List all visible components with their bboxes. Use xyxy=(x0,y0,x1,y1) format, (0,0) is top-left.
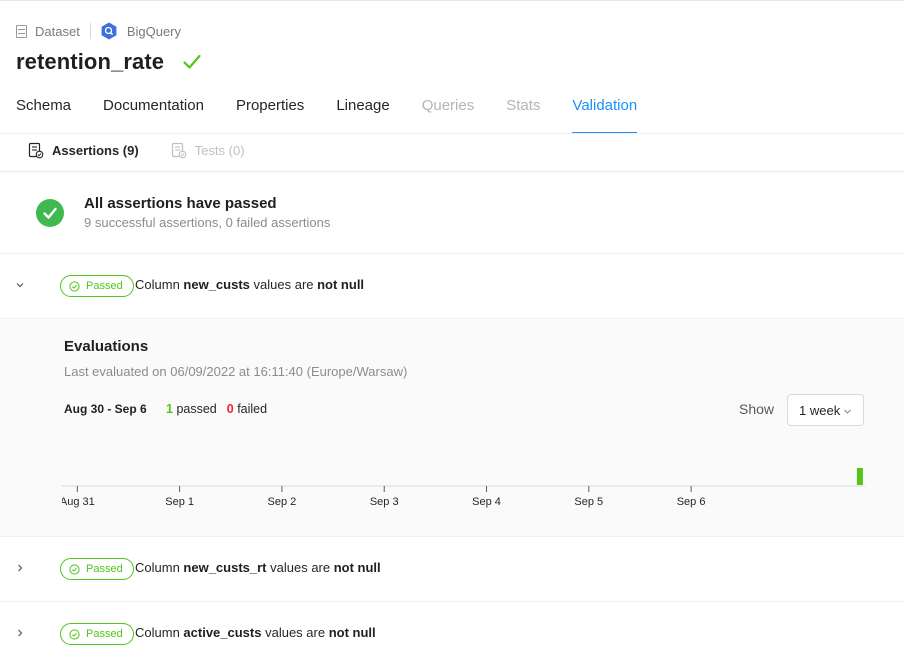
status-badge-label: Passed xyxy=(86,280,123,292)
chevron-down-icon[interactable] xyxy=(14,279,26,291)
time-range-value: 1 week xyxy=(799,403,841,418)
tab-properties[interactable]: Properties xyxy=(236,94,304,134)
assertion-list-icon xyxy=(28,142,44,158)
tab-lineage[interactable]: Lineage xyxy=(336,94,389,134)
test-list-icon xyxy=(171,142,187,158)
status-badge: Passed xyxy=(60,275,134,297)
breadcrumb-platform: BigQuery xyxy=(126,23,182,39)
assertion-condition: not null xyxy=(333,560,381,575)
passed-count: 1 xyxy=(166,402,173,416)
page-title: retention_rate xyxy=(16,49,165,74)
breadcrumb: Dataset BigQuery xyxy=(16,22,181,40)
check-circle-icon xyxy=(69,280,80,292)
title-row: retention_rate xyxy=(16,47,202,77)
assertion-column: active_custs xyxy=(183,625,262,640)
evaluations-title: Evaluations xyxy=(64,338,149,355)
timeline-tick-label: Sep 6 xyxy=(677,496,706,508)
top-border xyxy=(0,0,904,1)
divider xyxy=(0,253,904,254)
check-circle-icon xyxy=(69,628,80,640)
status-badge-label: Passed xyxy=(86,563,123,575)
subtab-assertions[interactable]: Assertions (9) xyxy=(28,142,139,159)
table-icon xyxy=(16,24,27,38)
evaluation-date-range: Aug 30 - Sep 6 xyxy=(64,402,147,416)
breadcrumb-divider xyxy=(89,23,91,39)
assertion-condition: not null xyxy=(317,277,365,292)
entity-tabs: Schema Documentation Properties Lineage … xyxy=(16,94,669,134)
evaluation-timeline-chart: Aug 31 Sep 1 Sep 2 Sep 3 Sep 4 Sep 5 Sep 6 xyxy=(62,468,865,508)
status-badge: Passed xyxy=(60,558,134,580)
assertion-column: new_custs_rt xyxy=(183,560,267,575)
failed-count: 0 xyxy=(226,402,234,416)
subtabs-divider xyxy=(0,171,904,172)
chevron-down-icon xyxy=(844,409,851,414)
tab-queries: Queries xyxy=(421,97,475,114)
divider xyxy=(0,536,904,537)
timeline-tick-label: Aug 31 xyxy=(62,496,95,508)
validation-subtabs: Assertions (9) Tests (0) xyxy=(28,140,277,160)
check-icon xyxy=(183,54,201,69)
assertion-description: Column active_custs values are not null xyxy=(135,625,376,640)
status-badge: Passed xyxy=(60,623,134,645)
timeline-tick-label: Sep 2 xyxy=(268,496,297,508)
tabs-divider xyxy=(0,133,904,134)
status-badge-label: Passed xyxy=(86,628,123,640)
subtab-tests-label: Tests (0) xyxy=(194,142,245,158)
timeline-tick-label: Sep 3 xyxy=(370,496,399,508)
assertion-row[interactable]: Passed Column active_custs values are no… xyxy=(0,614,904,654)
divider xyxy=(0,601,904,602)
evaluation-bar-passed[interactable] xyxy=(856,468,863,485)
assertion-description: Column new_custs_rt values are not null xyxy=(135,560,381,575)
subtab-assertions-label: Assertions (9) xyxy=(52,142,139,158)
chevron-right-icon[interactable] xyxy=(14,562,26,574)
subtab-tests: Tests (0) xyxy=(171,142,245,159)
assertion-row[interactable]: Passed Column new_custs_rt values are no… xyxy=(0,549,904,589)
bigquery-icon xyxy=(101,22,117,40)
summary-title: All assertions have passed xyxy=(84,195,277,212)
show-label: Show xyxy=(739,401,775,417)
breadcrumb-dataset: Dataset xyxy=(35,23,80,39)
tab-schema[interactable]: Schema xyxy=(16,94,71,134)
assertion-column: new_custs xyxy=(183,277,250,292)
last-evaluated-text: Last evaluated on 06/09/2022 at 16:11:40… xyxy=(64,364,408,379)
assertion-row[interactable]: Passed Column new_custs values are not n… xyxy=(0,266,904,306)
assertion-condition: not null xyxy=(328,625,376,640)
check-circle-icon xyxy=(69,563,80,575)
time-range-select[interactable]: 1 week xyxy=(787,394,864,426)
evaluation-counts: 1 passed 0 failed xyxy=(166,402,268,416)
summary-subtitle: 9 successful assertions, 0 failed assert… xyxy=(84,215,331,230)
timeline-tick-label: Sep 5 xyxy=(574,496,603,508)
timeline-tick-label: Sep 4 xyxy=(472,496,501,508)
assertion-description: Column new_custs values are not null xyxy=(135,277,365,292)
tab-validation[interactable]: Validation xyxy=(572,94,637,134)
tab-documentation[interactable]: Documentation xyxy=(103,94,204,134)
chevron-right-icon[interactable] xyxy=(14,627,26,639)
success-circle-icon xyxy=(36,199,64,227)
timeline-tick-label: Sep 1 xyxy=(165,496,194,508)
tab-stats: Stats xyxy=(506,97,541,114)
